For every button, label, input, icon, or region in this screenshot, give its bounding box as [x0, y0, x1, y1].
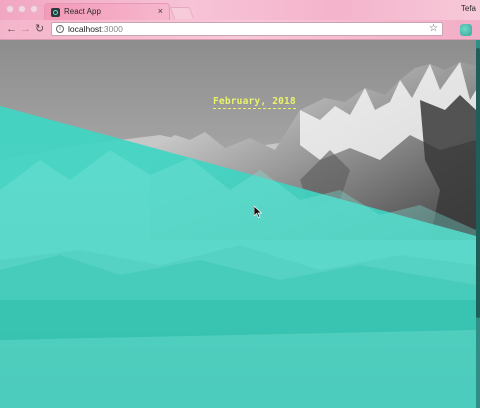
- date-heading-link[interactable]: February, 2018: [213, 96, 296, 109]
- tab-close-icon[interactable]: ×: [158, 6, 163, 16]
- page-viewport: February, 2018: [0, 40, 476, 408]
- minimize-window-button[interactable]: [18, 5, 26, 13]
- browser-titlebar: React App × Tefa: [0, 0, 480, 20]
- address-bar[interactable]: i localhost:3000 ☆: [51, 22, 443, 36]
- address-url: localhost:3000: [68, 24, 123, 34]
- new-tab-button[interactable]: [169, 7, 195, 19]
- close-window-button[interactable]: [6, 5, 14, 13]
- extension-icon[interactable]: [460, 24, 472, 36]
- scrollbar-thumb[interactable]: [476, 48, 480, 318]
- url-host: localhost: [68, 24, 102, 34]
- tab-title: React App: [64, 7, 101, 16]
- maximize-window-button[interactable]: [30, 5, 38, 13]
- profile-name[interactable]: Tefa: [461, 4, 476, 13]
- back-arrow-icon[interactable]: ←: [6, 22, 17, 36]
- site-info-icon[interactable]: i: [56, 25, 64, 33]
- mouse-pointer-icon: [254, 206, 262, 218]
- forward-arrow-icon[interactable]: →: [20, 22, 31, 36]
- reload-icon[interactable]: ↻: [35, 22, 44, 36]
- url-port: :3000: [101, 24, 123, 34]
- bookmark-star-icon[interactable]: ☆: [429, 23, 438, 34]
- react-favicon-icon: [51, 8, 60, 17]
- browser-tab[interactable]: React App ×: [44, 3, 170, 20]
- browser-toolbar: ← → ↻ i localhost:3000 ☆: [0, 20, 480, 40]
